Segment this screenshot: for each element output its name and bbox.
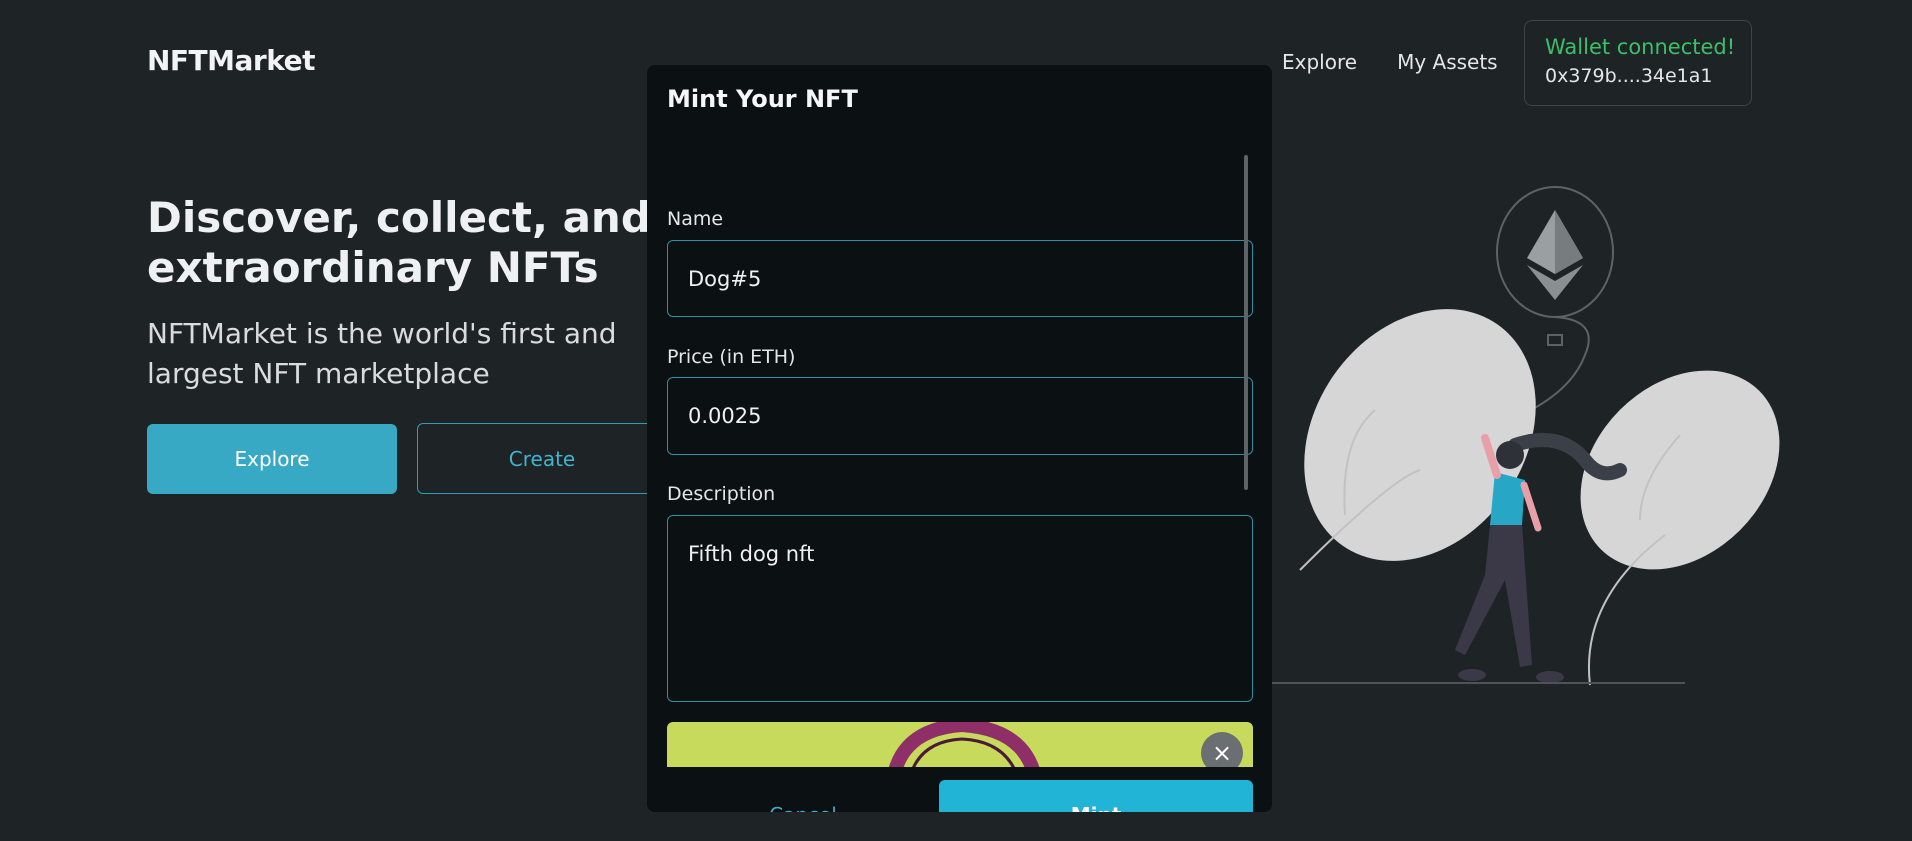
price-input[interactable]: 0.0025: [667, 377, 1253, 455]
brand-logo[interactable]: NFTMarket: [147, 44, 315, 77]
nav-my-assets[interactable]: My Assets: [1397, 50, 1498, 74]
description-label: Description: [667, 483, 776, 505]
top-nav: Explore My Assets: [1282, 50, 1498, 74]
modal-scrollbar[interactable]: [1244, 155, 1248, 490]
wallet-address: 0x379b....34e1a1: [1545, 65, 1713, 87]
leaf-right: [1580, 370, 1780, 686]
mint-button[interactable]: Mint: [939, 780, 1253, 812]
close-icon: ×: [1211, 739, 1233, 767]
nft-artwork: [888, 722, 1040, 767]
nft-image-preview: ×: [667, 722, 1253, 767]
hero-subtitle-line-2: largest NFT marketplace: [147, 357, 490, 390]
description-text: Fifth dog nft: [688, 542, 815, 566]
explore-button[interactable]: Explore: [147, 424, 397, 494]
wallet-status: Wallet connected!: [1545, 35, 1736, 59]
name-input[interactable]: Dog#5: [667, 240, 1253, 317]
name-label: Name: [667, 208, 724, 230]
hero-illustration: [1270, 186, 1780, 686]
price-label: Price (in ETH): [667, 346, 796, 368]
wallet-status-card: Wallet connected! 0x379b....34e1a1: [1524, 20, 1752, 106]
modal-footer: Cancel Mint: [647, 767, 1272, 812]
create-button[interactable]: Create: [417, 423, 667, 494]
modal-scroll-area[interactable]: Name Dog#5 Price (in ETH) 0.0025 Descrip…: [647, 125, 1272, 767]
mint-nft-modal: Mint Your NFT Name Dog#5 Price (in ETH) …: [647, 65, 1272, 812]
hero-subtitle: NFTMarket is the world's first and large…: [147, 314, 667, 394]
hero-title-line-2: extraordinary NFTs: [147, 243, 599, 292]
nav-explore[interactable]: Explore: [1282, 50, 1357, 74]
remove-image-button[interactable]: ×: [1201, 732, 1243, 767]
description-textarea[interactable]: Fifth dog nft: [667, 515, 1253, 702]
cancel-button[interactable]: Cancel: [667, 780, 939, 812]
hero-title: Discover, collect, and se extraordinary …: [147, 193, 667, 293]
hero-title-line-1: Discover, collect, and se: [147, 193, 667, 242]
hero-subtitle-line-1: NFTMarket is the world's first and: [147, 317, 617, 350]
modal-title: Mint Your NFT: [667, 85, 858, 113]
